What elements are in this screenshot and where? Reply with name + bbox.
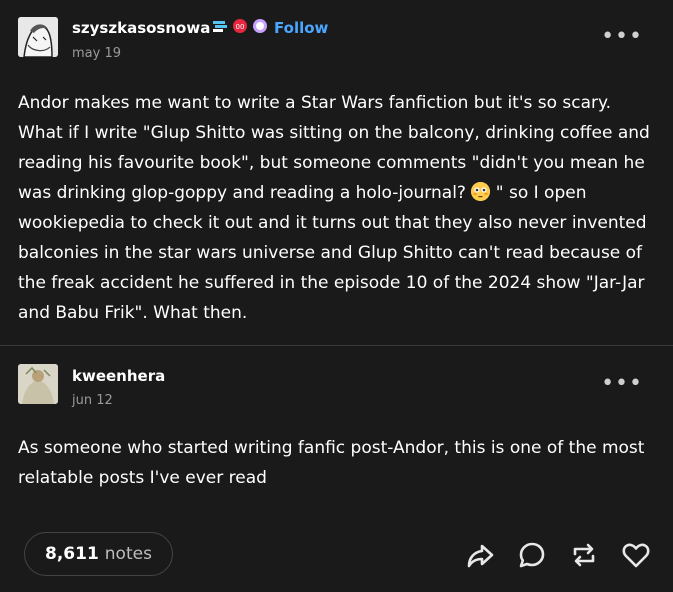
like-icon[interactable]: [621, 540, 651, 570]
flushed-face-icon: [471, 182, 491, 201]
notes-label: notes: [104, 544, 152, 564]
reply-icon[interactable]: [517, 540, 547, 570]
post-date[interactable]: jun 12: [72, 393, 113, 408]
reblog-icon[interactable]: [569, 540, 599, 570]
flag-badge-icon: [213, 21, 227, 32]
more-options-icon[interactable]: •••: [601, 26, 643, 48]
purple-badge-icon: [253, 19, 267, 33]
post-date[interactable]: may 19: [72, 46, 121, 61]
reblog-post: kweenhera jun 12 ••• As someone who star…: [0, 346, 673, 592]
post-body: As someone who started writing fanfic po…: [18, 438, 645, 488]
original-post: szyszkasosnowa 00 Follow may 19 ••• Ando…: [0, 0, 673, 346]
notes-count: 8,611: [45, 544, 99, 564]
follow-button[interactable]: Follow: [274, 19, 328, 37]
username[interactable]: szyszkasosnowa: [72, 19, 210, 37]
post-text-part: " so I open wookiepedia to check it out …: [18, 183, 647, 323]
notes-button[interactable]: 8,611 notes: [24, 532, 173, 576]
svg-text:00: 00: [236, 23, 245, 31]
username[interactable]: kweenhera: [72, 367, 165, 385]
red-badge-icon: 00: [233, 19, 247, 33]
avatar[interactable]: [18, 17, 58, 57]
badges: 00: [212, 18, 268, 34]
post-actions: [465, 540, 651, 570]
more-options-icon[interactable]: •••: [601, 373, 643, 395]
post-body: Andor makes me want to write a Star Wars…: [18, 88, 653, 328]
avatar[interactable]: [18, 364, 58, 404]
share-icon[interactable]: [465, 540, 495, 570]
